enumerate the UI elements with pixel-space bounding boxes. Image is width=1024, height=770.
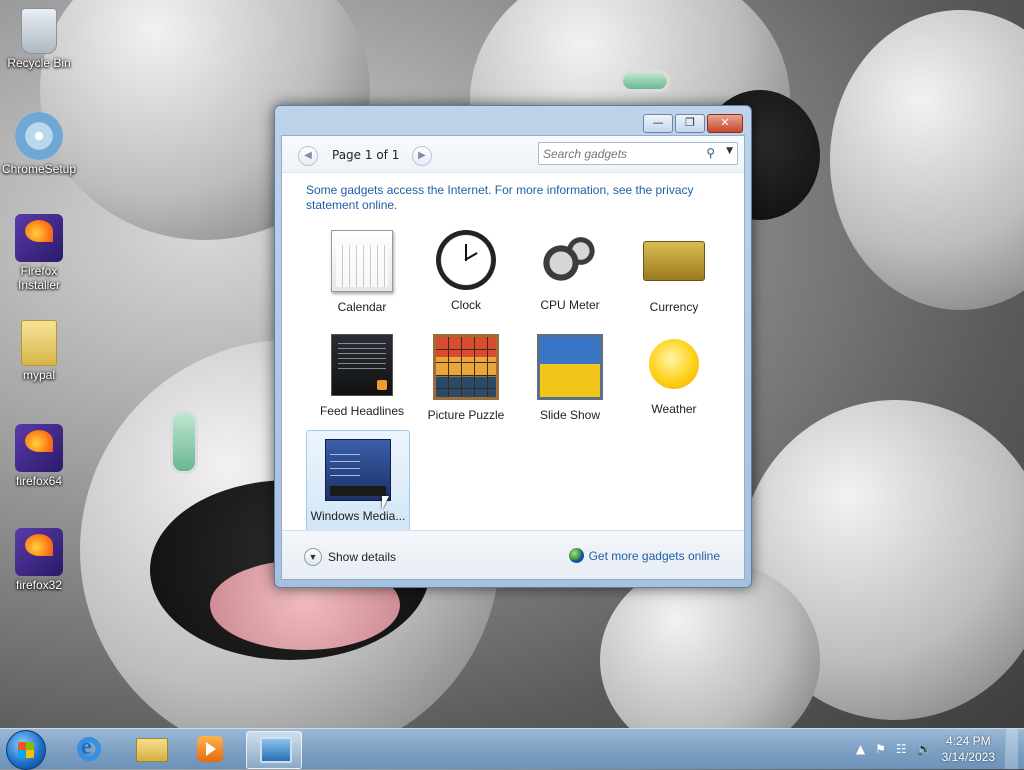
clock-date: 3/14/2023: [941, 750, 995, 764]
get-more-gadgets-label: Get more gadgets online: [588, 548, 720, 563]
taskbar-windows-explorer[interactable]: [124, 731, 178, 767]
show-details-button[interactable]: ▼ Show details: [304, 548, 396, 566]
search-box: ⚲ ▼: [538, 142, 738, 165]
desktop-icon-label: ChromeSetup: [1, 162, 77, 176]
desktop-icon-firefox-installer[interactable]: Firefox Installer: [0, 214, 78, 292]
restore-button[interactable]: ❐: [675, 114, 705, 133]
action-center-icon[interactable]: ⚑: [875, 742, 886, 756]
show-hidden-icons-icon[interactable]: ▲: [856, 742, 865, 756]
firefox-icon: [15, 424, 63, 472]
desktop-icon-label: firefox64: [15, 474, 63, 488]
gadget-picture-puzzle[interactable]: Picture Puzzle: [416, 326, 516, 426]
taskbar: ▲ ⚑ ☷ 🔈 4:24 PM 3/14/2023: [0, 728, 1024, 770]
firefox-icon: [15, 214, 63, 262]
feed-icon: [331, 334, 393, 396]
taskbar-internet-explorer[interactable]: [62, 731, 116, 767]
privacy-notice-link[interactable]: Some gadgets access the Internet. For mo…: [306, 183, 726, 213]
gadget-gallery-window: — ❐ ✕ ◀ Page 1 of 1 ▶ ⚲ ▼ Some gadgets a…: [274, 105, 752, 588]
internet-explorer-icon: [76, 734, 102, 762]
slideshow-icon: [537, 334, 603, 400]
volume-muted-icon[interactable]: 🔈: [917, 742, 932, 756]
desktop-icon-firefox32[interactable]: firefox32: [0, 528, 78, 592]
gadget-label: Currency: [649, 300, 699, 314]
page-indicator: Page 1 of 1: [332, 148, 400, 162]
gadget-label: Calendar: [337, 300, 387, 314]
system-tray: ▲ ⚑ ☷ 🔈 4:24 PM 3/14/2023: [856, 729, 1018, 769]
gadget-windows-media-center[interactable]: Windows Media...: [306, 430, 410, 532]
setup-disc-icon: [15, 112, 63, 160]
desktop-icon-label: firefox32: [15, 578, 63, 592]
close-button[interactable]: ✕: [707, 114, 743, 133]
gadget-currency[interactable]: Currency: [624, 222, 724, 322]
get-more-gadgets-link[interactable]: Get more gadgets online: [568, 548, 720, 563]
gadget-label: CPU Meter: [540, 298, 600, 312]
show-desktop-button[interactable]: [1005, 729, 1018, 769]
desktop-icon-chromesetup[interactable]: ChromeSetup: [0, 112, 78, 176]
next-page-button[interactable]: ▶: [412, 146, 432, 166]
recycle-bin-icon: [21, 8, 57, 54]
desktop-gadgets-icon: [260, 737, 292, 763]
gadget-cpu-meter[interactable]: CPU Meter: [520, 222, 620, 322]
firefox-icon: [15, 528, 63, 576]
clock-icon: [436, 230, 496, 290]
desktop-icon-label: Recycle Bin: [7, 56, 71, 70]
desktop-icon-mypal[interactable]: mypal: [0, 320, 78, 382]
windows-media-icon: [325, 439, 391, 510]
gadget-weather[interactable]: Weather: [624, 326, 724, 426]
start-button[interactable]: [6, 730, 46, 770]
search-icon[interactable]: ⚲: [706, 146, 715, 160]
gallery-footer: ▼ Show details Get more gadgets online: [282, 530, 744, 579]
clock-time: 4:24 PM: [945, 734, 991, 748]
gadget-label: Windows Media...: [310, 509, 406, 523]
taskbar-media-player[interactable]: [184, 731, 238, 767]
gadget-clock[interactable]: Clock: [416, 222, 516, 322]
search-gadgets-input[interactable]: [539, 144, 693, 164]
gadget-label: Slide Show: [539, 408, 601, 422]
currency-icon: [643, 241, 705, 281]
desktop-icon-label: Firefox Installer: [17, 264, 61, 292]
gadget-label: Feed Headlines: [319, 404, 405, 418]
cpu-meter-icon: [540, 230, 600, 290]
previous-page-button[interactable]: ◀: [298, 146, 318, 166]
gallery-toolbar: ◀ Page 1 of 1 ▶ ⚲ ▼: [282, 136, 744, 173]
weather-icon: [649, 339, 699, 389]
globe-icon: [568, 548, 584, 563]
show-details-label: Show details: [328, 550, 397, 564]
desktop-icon-firefox64[interactable]: firefox64: [0, 424, 78, 488]
calendar-icon: [331, 230, 393, 292]
gadget-gallery-content: ◀ Page 1 of 1 ▶ ⚲ ▼ Some gadgets access …: [281, 135, 745, 580]
system-clock[interactable]: 4:24 PM 3/14/2023: [942, 733, 995, 765]
gadget-feed-headlines[interactable]: Feed Headlines: [312, 326, 412, 426]
taskbar-gadgets[interactable]: [246, 731, 302, 769]
gadget-slide-show[interactable]: Slide Show: [520, 326, 620, 426]
mouse-cursor-icon: [382, 496, 389, 510]
window-controls: — ❐ ✕: [643, 114, 743, 133]
desktop-icon-recycle-bin[interactable]: Recycle Bin: [0, 8, 78, 70]
search-dropdown-icon[interactable]: ▼: [726, 146, 733, 156]
gadget-calendar[interactable]: Calendar: [312, 222, 412, 322]
gadget-label: Picture Puzzle: [427, 408, 505, 422]
network-icon[interactable]: ☷: [896, 742, 907, 756]
folder-icon: [136, 738, 168, 762]
folder-icon: [21, 320, 57, 366]
gadget-label: Clock: [450, 298, 481, 312]
chevron-down-icon: ▼: [304, 548, 322, 566]
gadget-label: Weather: [651, 402, 697, 416]
media-player-icon: [197, 736, 223, 762]
minimize-button[interactable]: —: [643, 114, 673, 133]
desktop-icon-label: mypal: [22, 368, 55, 382]
puzzle-icon: [433, 334, 499, 400]
